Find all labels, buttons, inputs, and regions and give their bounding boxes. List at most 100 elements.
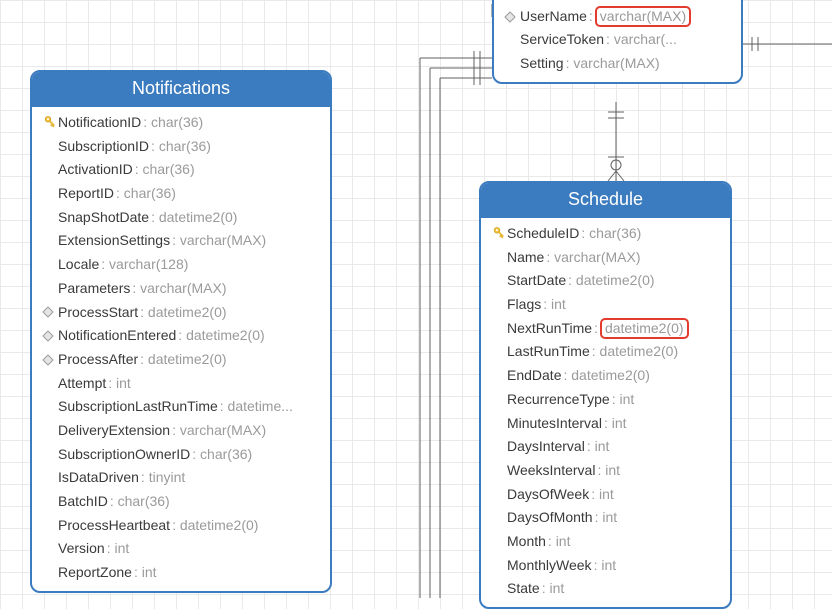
column-name: DaysInterval [507, 436, 585, 458]
column-row[interactable]: Attempt: int [32, 372, 330, 396]
column-row[interactable]: ReportID: char(36) [32, 182, 330, 206]
column-row[interactable]: WeeksInterval: int [481, 459, 730, 483]
column-row[interactable]: MinutesInterval: int [481, 412, 730, 436]
column-name: MinutesInterval [507, 413, 602, 435]
column-type: : datetime2(0) [140, 302, 226, 324]
column-name: SubscriptionLastRunTime [58, 396, 218, 418]
column-row[interactable]: NextRunTime:datetime2(0) [481, 317, 730, 341]
diamond-icon [40, 304, 56, 320]
column-row[interactable]: ServiceToken: varchar(... [494, 28, 741, 52]
column-name: SubscriptionID [58, 136, 149, 158]
column-row[interactable]: DaysOfWeek: int [481, 483, 730, 507]
column-name: Parameters [58, 278, 130, 300]
column-type: : int [108, 373, 131, 395]
column-type: : varchar(MAX) [132, 278, 226, 300]
highlighted-type: datetime2(0) [600, 318, 689, 340]
column-type: : datetime2(0) [592, 341, 678, 363]
key-icon [38, 115, 58, 131]
column-row[interactable]: MonthlyWeek: int [481, 554, 730, 578]
column-row[interactable]: ScheduleID: char(36) [481, 222, 730, 246]
diamond-icon [500, 0, 520, 1]
diamond-icon [38, 328, 58, 344]
column-row[interactable]: IsDataDriven: tinyint [32, 466, 330, 490]
column-type: : char(36) [110, 491, 170, 513]
column-type: : varchar(MAX) [546, 247, 640, 269]
column-row[interactable]: DeliveryExtension: varchar(MAX) [32, 419, 330, 443]
key-icon [487, 226, 507, 242]
column-row[interactable]: SubscriptionOwnerID: char(36) [32, 443, 330, 467]
column-name: MonthlyWeek [507, 555, 592, 577]
column-name: ProcessAfter [58, 349, 138, 371]
column-row[interactable]: ActivationID: char(36) [32, 158, 330, 182]
column-name: ServiceToken [520, 29, 604, 51]
column-name: ExtensionSettings [58, 230, 170, 252]
column-row[interactable]: StartDate: datetime2(0) [481, 269, 730, 293]
entity-notifications[interactable]: Notifications NotificationID: char(36)Su… [30, 70, 332, 593]
column-row[interactable]: Name: varchar(MAX) [481, 246, 730, 270]
column-row[interactable]: Setting: varchar(MAX) [494, 52, 741, 76]
column-row[interactable]: EndDate: datetime2(0) [481, 364, 730, 388]
column-type: : varchar(MAX) [172, 230, 266, 252]
column-name: Setting [520, 53, 564, 75]
column-name: ReportZone [58, 562, 132, 584]
column-row[interactable]: Version: int [32, 537, 330, 561]
column-row[interactable]: State: int [481, 577, 730, 601]
column-name: Name [507, 247, 544, 269]
column-row[interactable]: ProcessHeartbeat: datetime2(0) [32, 514, 330, 538]
column-name: ProcessHeartbeat [58, 515, 170, 537]
key-icon [489, 226, 505, 242]
column-type: : int [543, 294, 566, 316]
column-name: UserName [520, 6, 587, 28]
column-type: : char(36) [143, 112, 203, 134]
entity-schedule[interactable]: Schedule ScheduleID: char(36)Name: varch… [479, 181, 732, 609]
column-row[interactable]: ExtensionSettings: varchar(MAX) [32, 229, 330, 253]
column-type: : varchar(128) [101, 254, 188, 276]
key-icon [40, 115, 56, 131]
column-type: : datetime... [220, 396, 293, 418]
column-row[interactable]: SubscriptionID: char(36) [32, 135, 330, 159]
diamond-icon [40, 352, 56, 368]
column-type: : datetime2(0) [172, 515, 258, 537]
column-row[interactable]: Locale: varchar(128) [32, 253, 330, 277]
column-type: : char(36) [192, 444, 252, 466]
column-type: : int [595, 507, 618, 529]
column-row[interactable]: Month: int [481, 530, 730, 554]
column-type: : char(36) [116, 183, 176, 205]
column-row[interactable]: NotificationID: char(36) [32, 111, 330, 135]
entity-top-partial[interactable]: AuthType: intUserName:varchar(MAX)Servic… [492, 0, 743, 84]
column-type: : int [597, 460, 620, 482]
column-row[interactable]: SubscriptionLastRunTime: datetime... [32, 395, 330, 419]
column-name: LastRunTime [507, 341, 590, 363]
column-row[interactable]: RecurrenceType: int [481, 388, 730, 412]
column-name: DaysOfWeek [507, 484, 589, 506]
column-name: Version [58, 538, 105, 560]
column-name: NotificationID [58, 112, 141, 134]
column-name: StartDate [507, 270, 566, 292]
column-type: : int [587, 436, 610, 458]
column-type: : char(36) [581, 223, 641, 245]
column-row[interactable]: DaysOfMonth: int [481, 506, 730, 530]
column-row[interactable]: LastRunTime: datetime2(0) [481, 340, 730, 364]
column-type: : int [581, 0, 604, 4]
column-row[interactable]: SnapShotDate: datetime2(0) [32, 206, 330, 230]
column-row[interactable]: ProcessStart: datetime2(0) [32, 301, 330, 325]
entity-header: Schedule [481, 183, 730, 218]
column-row[interactable]: Flags: int [481, 293, 730, 317]
column-type: : int [548, 531, 571, 553]
column-row[interactable]: DaysInterval: int [481, 435, 730, 459]
column-row[interactable]: ReportZone: int [32, 561, 330, 585]
column-type: : int [604, 413, 627, 435]
entity-columns: AuthType: intUserName:varchar(MAX)Servic… [494, 0, 741, 82]
column-type: : datetime2(0) [563, 365, 649, 387]
diamond-icon [502, 9, 518, 25]
column-row[interactable]: ProcessAfter: datetime2(0) [32, 348, 330, 372]
column-row[interactable]: Parameters: varchar(MAX) [32, 277, 330, 301]
column-row[interactable]: BatchID: char(36) [32, 490, 330, 514]
column-name: ActivationID [58, 159, 133, 181]
column-row[interactable]: NotificationEntered: datetime2(0) [32, 324, 330, 348]
column-type: : char(36) [135, 159, 195, 181]
entity-header: Notifications [32, 72, 330, 107]
column-name: ProcessStart [58, 302, 138, 324]
column-name: Attempt [58, 373, 106, 395]
column-row[interactable]: UserName:varchar(MAX) [494, 5, 741, 29]
